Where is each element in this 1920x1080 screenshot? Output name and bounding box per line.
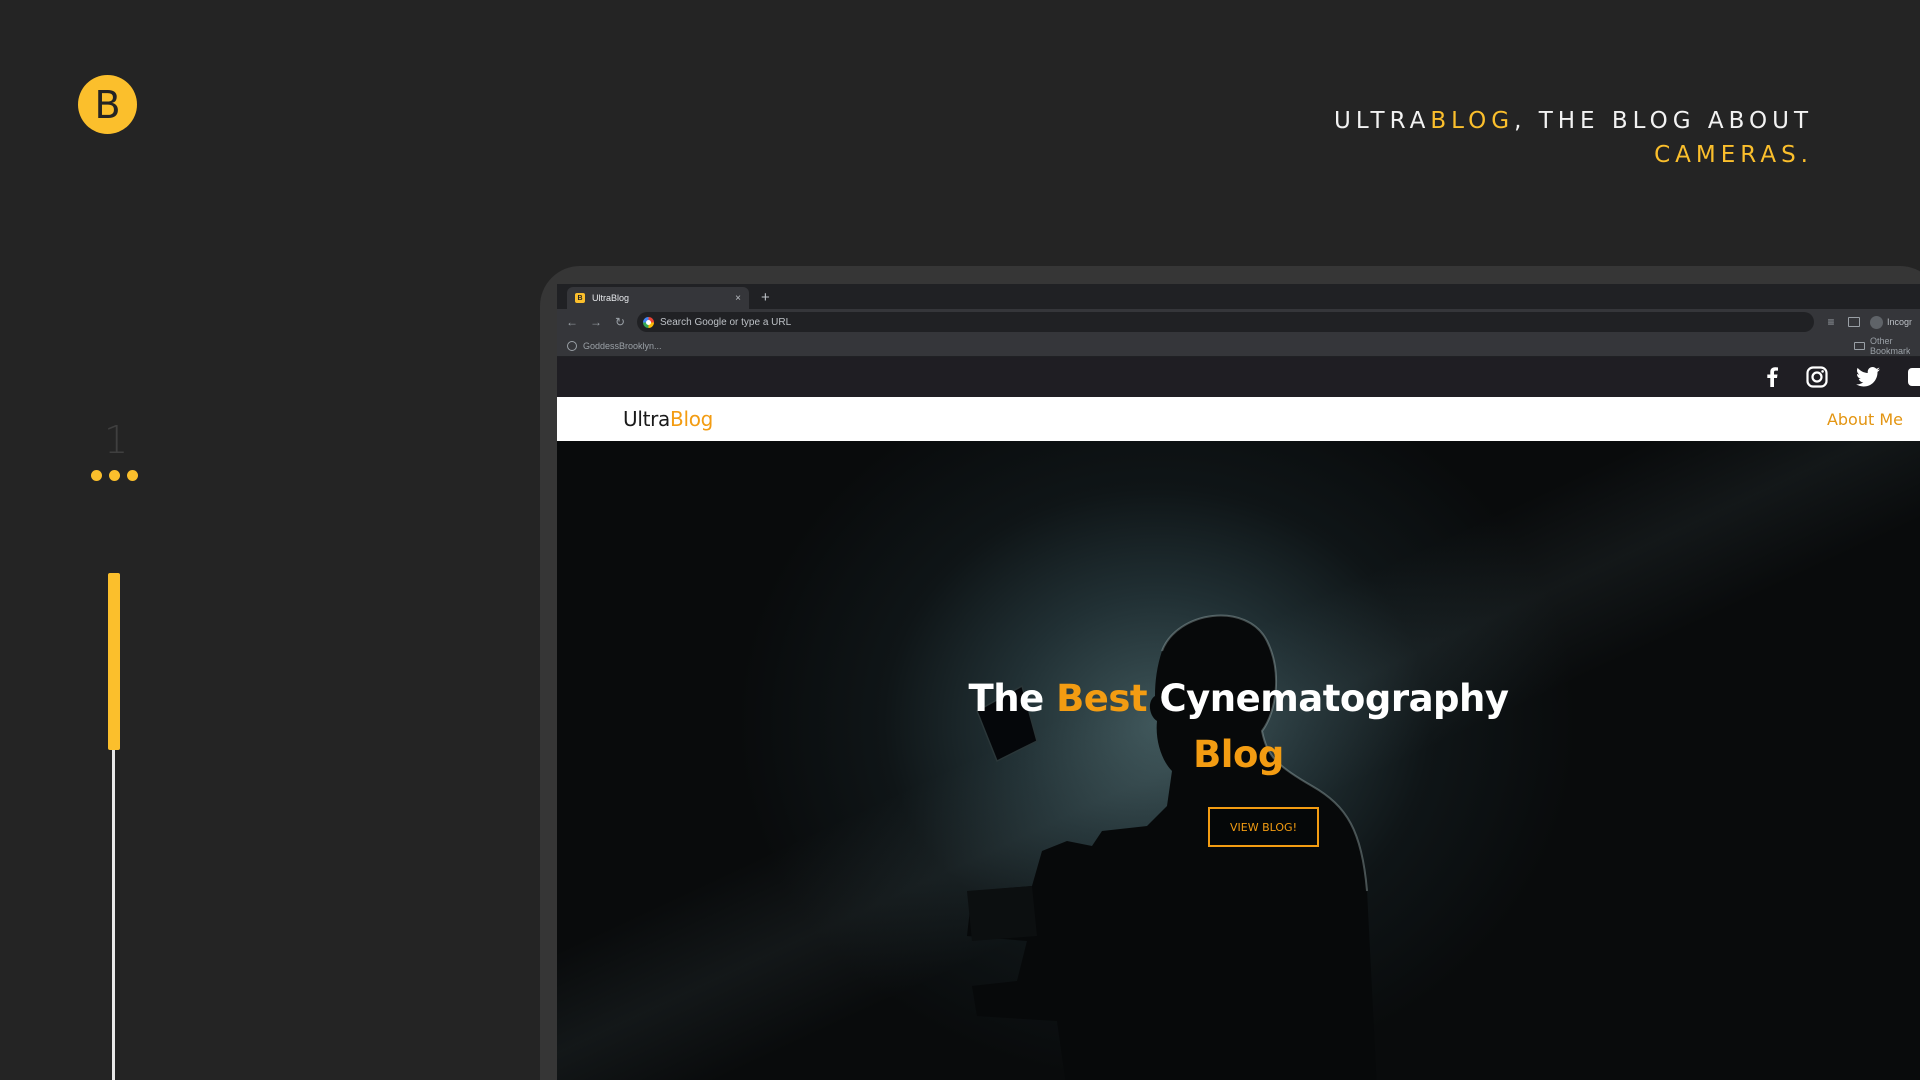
twitter-icon[interactable] — [1856, 367, 1880, 387]
hero-word: The — [968, 677, 1045, 720]
brand-blog: Blog — [670, 407, 714, 431]
back-icon[interactable]: ← — [565, 315, 579, 329]
browser-toolbar: ← → ↻ Search Google or type a URL ≡ Inco… — [557, 309, 1920, 335]
headline-about: , THE BLOG ABOUT — [1514, 108, 1813, 134]
slide-dots — [91, 470, 138, 481]
dot — [91, 470, 102, 481]
progress-fill — [108, 573, 120, 750]
social-bar — [557, 357, 1920, 397]
globe-icon — [567, 340, 577, 351]
headline-ultra: ULTRA — [1334, 108, 1431, 134]
instagram-icon[interactable] — [1806, 366, 1828, 388]
browser-tab[interactable]: B UltraBlog × — [567, 287, 749, 309]
browser-screen: B UltraBlog × + ← → ↻ Search Google or t… — [557, 284, 1920, 1080]
reading-list-icon[interactable]: ≡ — [1824, 315, 1838, 329]
youtube-icon[interactable] — [1908, 368, 1920, 386]
other-bookmarks-label: Other Bookmarks — [1870, 335, 1910, 356]
hero-word: Cynematography — [1159, 677, 1509, 720]
side-panel-icon[interactable] — [1848, 317, 1860, 327]
dot — [109, 470, 120, 481]
slide-number: 1 — [104, 418, 129, 462]
tab-favicon-icon: B — [575, 293, 585, 303]
bookmark-label: GoddessBrooklyn... — [583, 340, 662, 351]
profile-button[interactable]: Incognito — [1870, 315, 1912, 329]
tab-close-icon[interactable]: × — [735, 293, 741, 304]
bookmark-item[interactable]: GoddessBrooklyn... — [567, 340, 662, 351]
site-brand[interactable]: UltraBlog — [623, 407, 713, 431]
other-bookmarks[interactable]: Other Bookmarks — [1854, 336, 1910, 356]
logo-badge: B — [78, 75, 137, 134]
folder-icon — [1854, 341, 1865, 350]
hero-word-accent: Best — [1056, 677, 1148, 720]
google-icon — [643, 316, 654, 328]
forward-icon[interactable]: → — [589, 315, 603, 329]
new-tab-icon[interactable]: + — [761, 289, 770, 306]
facebook-icon[interactable] — [1766, 367, 1778, 387]
headline-blog: BLOG — [1430, 108, 1515, 134]
bookmarks-bar: GoddessBrooklyn... Other Bookmarks — [557, 335, 1920, 357]
brand-ultra: Ultra — [623, 407, 671, 431]
tab-strip: B UltraBlog × + — [557, 284, 1920, 309]
omnibox-placeholder: Search Google or type a URL — [660, 316, 792, 328]
site-navbar: UltraBlog About Me — [557, 397, 1920, 441]
profile-label: Incognito — [1887, 317, 1912, 327]
headline-cameras: CAMERAS. — [1654, 142, 1813, 168]
hero-word-accent: Blog — [1193, 733, 1284, 776]
view-blog-button[interactable]: VIEW BLOG! — [1208, 807, 1319, 847]
dot — [127, 470, 138, 481]
hero-title: The Best Cynematography Blog — [557, 671, 1920, 783]
omnibox[interactable]: Search Google or type a URL — [637, 312, 1814, 332]
nav-about-me[interactable]: About Me — [1827, 410, 1903, 429]
profile-icon — [1870, 315, 1883, 329]
headline: ULTRABLOG, THE BLOG ABOUT CAMERAS. — [1334, 104, 1813, 172]
tab-title: UltraBlog — [592, 293, 630, 303]
reload-icon[interactable]: ↻ — [613, 315, 627, 329]
hero-section: The Best Cynematography Blog VIEW BLOG! — [557, 441, 1920, 1080]
